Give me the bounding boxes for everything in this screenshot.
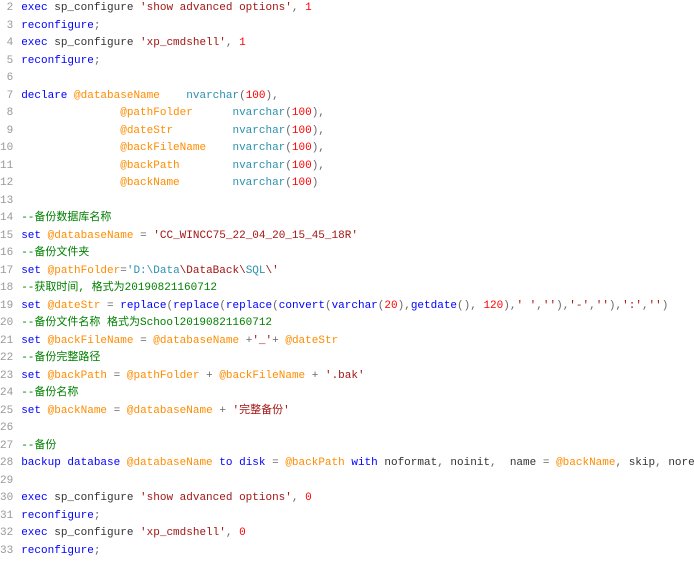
code-line[interactable]: exec sp_configure 'xp_cmdshell', 1 xyxy=(21,35,694,53)
code-line[interactable]: @backFileName nvarchar(100), xyxy=(21,140,694,158)
line-number: 12 xyxy=(0,175,13,193)
code-editor[interactable]: 2345678910111213141516171819202122232425… xyxy=(0,0,694,560)
code-line[interactable]: --获取时间, 格式为20190821160712 xyxy=(21,280,694,298)
line-number: 27 xyxy=(0,438,13,456)
code-line[interactable]: exec sp_configure 'xp_cmdshell', 0 xyxy=(21,525,694,543)
line-number: 14 xyxy=(0,210,13,228)
line-number: 20 xyxy=(0,315,13,333)
line-number: 21 xyxy=(0,333,13,351)
code-line[interactable]: backup database @databaseName to disk = … xyxy=(21,455,694,473)
line-number: 28 xyxy=(0,455,13,473)
code-line[interactable]: @dateStr nvarchar(100), xyxy=(21,123,694,141)
line-number: 15 xyxy=(0,228,13,246)
line-number: 23 xyxy=(0,368,13,386)
line-number: 7 xyxy=(0,88,13,106)
line-number: 17 xyxy=(0,263,13,281)
code-line[interactable] xyxy=(21,473,694,491)
line-number: 3 xyxy=(0,18,13,36)
code-line[interactable]: reconfigure; xyxy=(21,508,694,526)
code-line[interactable]: declare @databaseName nvarchar(100), xyxy=(21,88,694,106)
line-number: 19 xyxy=(0,298,13,316)
code-line[interactable]: reconfigure; xyxy=(21,543,694,561)
code-line[interactable] xyxy=(21,420,694,438)
line-number: 11 xyxy=(0,158,13,176)
code-line[interactable]: --备份 xyxy=(21,438,694,456)
code-area[interactable]: exec sp_configure 'show advanced options… xyxy=(17,0,694,560)
code-line[interactable] xyxy=(21,193,694,211)
line-number: 8 xyxy=(0,105,13,123)
code-line[interactable]: @pathFolder nvarchar(100), xyxy=(21,105,694,123)
line-number: 5 xyxy=(0,53,13,71)
code-line[interactable]: @backPath nvarchar(100), xyxy=(21,158,694,176)
code-line[interactable] xyxy=(21,70,694,88)
code-line[interactable]: --备份完整路径 xyxy=(21,350,694,368)
line-number: 25 xyxy=(0,403,13,421)
line-number: 29 xyxy=(0,473,13,491)
code-line[interactable]: set @dateStr = replace(replace(replace(c… xyxy=(21,298,694,316)
line-number: 10 xyxy=(0,140,13,158)
line-number: 31 xyxy=(0,508,13,526)
code-line[interactable]: @backName nvarchar(100) xyxy=(21,175,694,193)
code-line[interactable]: set @pathFolder='D:\Data\DataBack\SQL\' xyxy=(21,263,694,281)
code-line[interactable]: --备份名称 xyxy=(21,385,694,403)
line-number: 6 xyxy=(0,70,13,88)
line-number: 32 xyxy=(0,525,13,543)
code-line[interactable]: set @backPath = @pathFolder + @backFileN… xyxy=(21,368,694,386)
line-number: 9 xyxy=(0,123,13,141)
code-line[interactable]: set @backFileName = @databaseName +'_'+ … xyxy=(21,333,694,351)
line-number: 4 xyxy=(0,35,13,53)
code-line[interactable]: reconfigure; xyxy=(21,18,694,36)
line-number: 33 xyxy=(0,543,13,561)
line-number: 18 xyxy=(0,280,13,298)
line-number: 22 xyxy=(0,350,13,368)
line-number-gutter: 2345678910111213141516171819202122232425… xyxy=(0,0,17,560)
line-number: 30 xyxy=(0,490,13,508)
line-number: 16 xyxy=(0,245,13,263)
line-number: 24 xyxy=(0,385,13,403)
code-line[interactable]: set @databaseName = 'CC_WINCC75_22_04_20… xyxy=(21,228,694,246)
code-line[interactable]: set @backName = @databaseName + '完整备份' xyxy=(21,403,694,421)
code-line[interactable]: reconfigure; xyxy=(21,53,694,71)
line-number: 2 xyxy=(0,0,13,18)
code-line[interactable]: exec sp_configure 'show advanced options… xyxy=(21,0,694,18)
line-number: 26 xyxy=(0,420,13,438)
code-line[interactable]: exec sp_configure 'show advanced options… xyxy=(21,490,694,508)
code-line[interactable]: --备份数据库名称 xyxy=(21,210,694,228)
line-number: 13 xyxy=(0,193,13,211)
code-line[interactable]: --备份文件名称 格式为School20190821160712 xyxy=(21,315,694,333)
code-line[interactable]: --备份文件夹 xyxy=(21,245,694,263)
